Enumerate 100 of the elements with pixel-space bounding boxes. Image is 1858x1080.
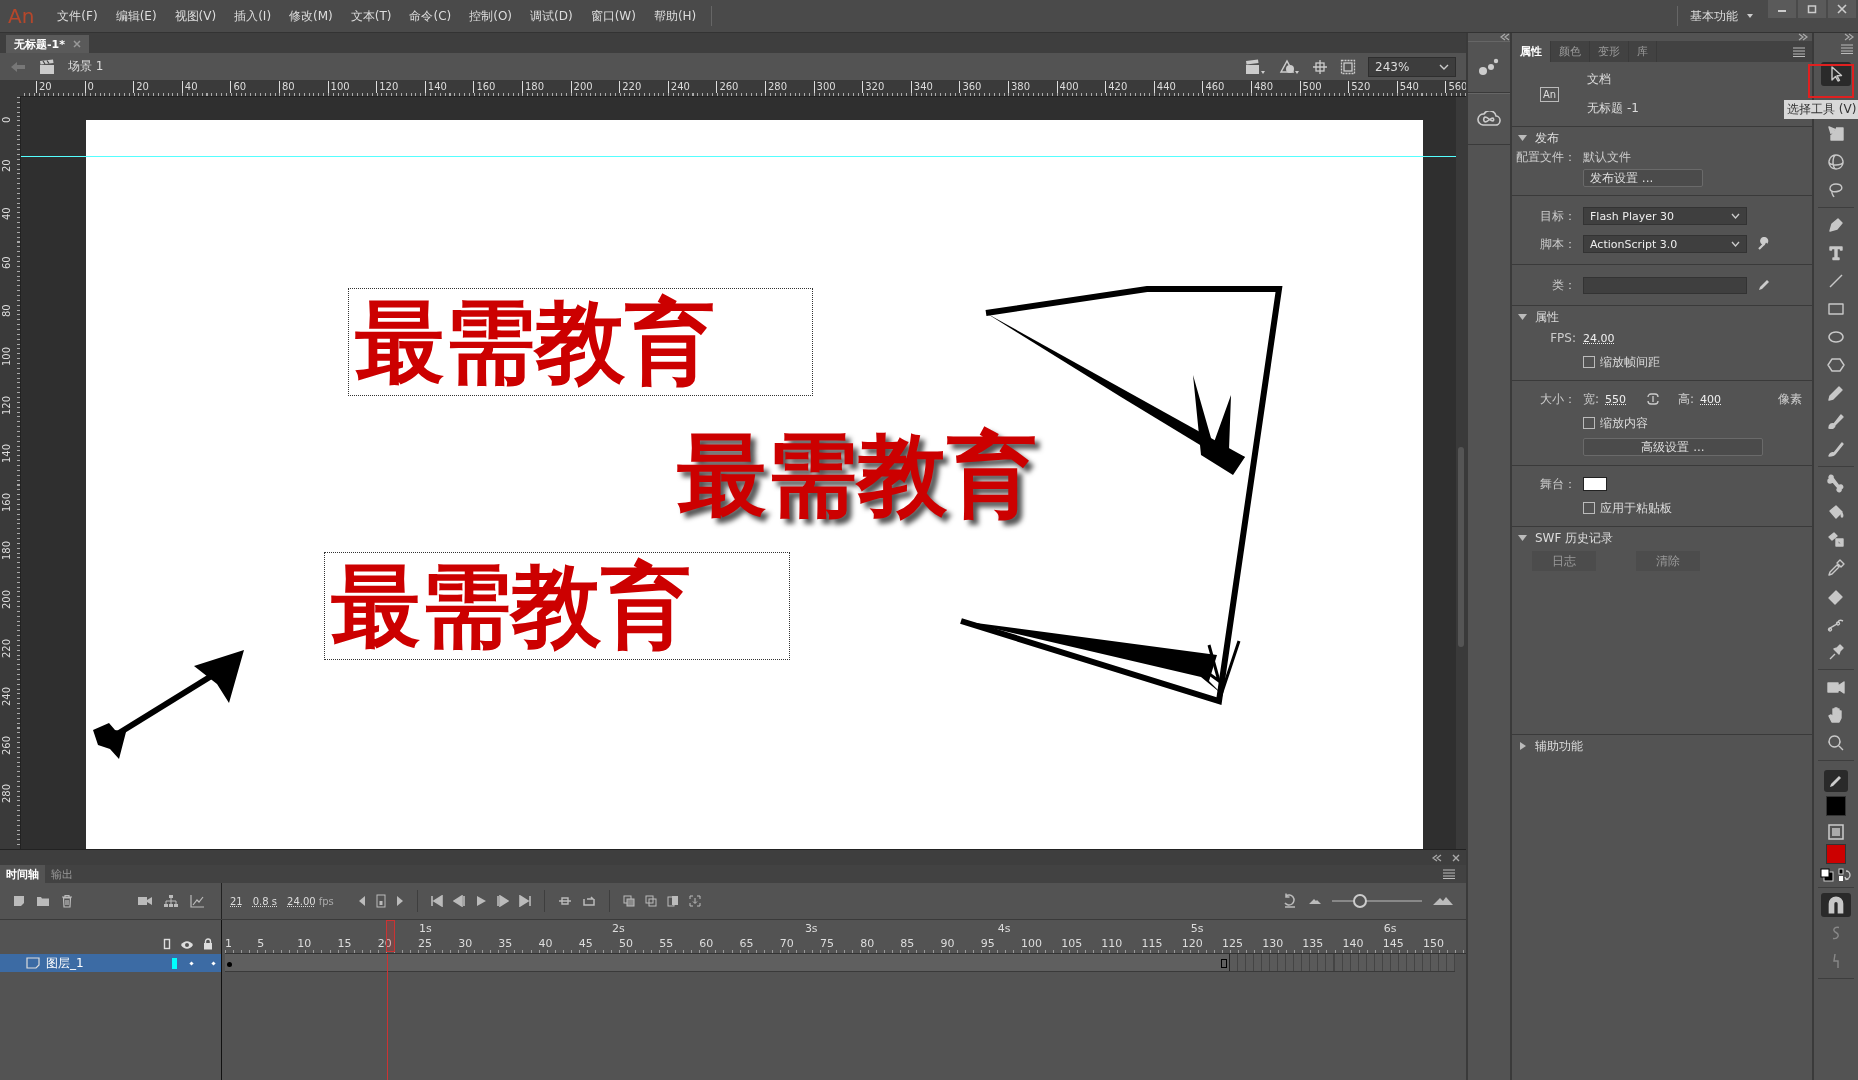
lock-icon[interactable] [203, 938, 213, 950]
minimize-button[interactable] [1768, 0, 1796, 18]
camera-icon[interactable] [137, 894, 153, 908]
publish-settings-button[interactable]: 发布设置 ... [1583, 169, 1703, 187]
panel-tab[interactable]: 时间轴 [0, 865, 45, 883]
section-header[interactable]: 属性 [1512, 308, 1812, 326]
slider-thumb[interactable] [1353, 894, 1367, 908]
hierarchy-icon[interactable] [163, 894, 179, 908]
expand-icon[interactable] [1798, 33, 1808, 41]
menu-item[interactable]: 帮助(H) [644, 7, 706, 25]
current-frame[interactable]: 21 [230, 895, 243, 907]
trash-icon[interactable] [60, 894, 74, 908]
edit-frames-icon[interactable] [666, 895, 679, 907]
layer-name[interactable]: 图层_1 [46, 954, 84, 972]
cloud-icon[interactable] [1477, 111, 1501, 127]
play-icon[interactable] [474, 895, 487, 907]
scrollbar-thumb[interactable] [1458, 447, 1464, 647]
markers-icon[interactable] [688, 895, 701, 907]
new-layer-icon[interactable] [12, 894, 26, 908]
onion-outline-icon[interactable] [644, 895, 657, 907]
workspace-dropdown[interactable]: 基本功能 [1684, 7, 1768, 25]
clip-icon[interactable] [1340, 58, 1356, 75]
tool-button[interactable] [1821, 893, 1851, 917]
height-value[interactable]: 400 [1700, 392, 1722, 406]
large-mountain-icon[interactable] [1432, 896, 1454, 906]
color-swatch[interactable] [1826, 796, 1846, 816]
shapes-icon[interactable] [1278, 57, 1300, 76]
collapse-icon[interactable] [1500, 33, 1510, 41]
section-header[interactable]: 辅助功能 [1512, 737, 1812, 755]
pencil-icon[interactable] [1824, 770, 1848, 792]
close-icon[interactable] [73, 40, 81, 48]
script-dropdown[interactable]: ActionScript 3.0 [1583, 235, 1747, 253]
first-frame-icon[interactable] [430, 895, 443, 907]
step-forward-icon[interactable] [496, 895, 509, 907]
graph-icon[interactable] [189, 894, 205, 908]
panel-tab[interactable]: 变形 [1590, 41, 1629, 62]
panel-tab[interactable]: 输出 [45, 865, 79, 883]
maximize-button[interactable] [1798, 0, 1826, 18]
elapsed-time[interactable]: 0.8 s [252, 895, 278, 907]
document-tab[interactable]: 无标题-1* [6, 35, 89, 53]
checkbox[interactable]: 缩放帧间距 [1583, 353, 1802, 371]
menu-item[interactable]: 文件(F) [48, 7, 107, 25]
menu-icon[interactable] [1442, 869, 1456, 879]
menu-item[interactable]: 文本(T) [341, 7, 401, 25]
shadow-text[interactable]: 最需教育 [671, 420, 1071, 530]
menu-item[interactable]: 调试(D) [521, 7, 582, 25]
wrench-icon[interactable] [1757, 237, 1771, 251]
close-icon[interactable] [1452, 853, 1460, 862]
section-header[interactable]: 发布 [1512, 129, 1812, 147]
layer-color[interactable] [172, 957, 177, 969]
panel-tab[interactable]: 属性 [1512, 41, 1551, 62]
menu-item[interactable]: 编辑(E) [106, 7, 166, 25]
folder-icon[interactable] [36, 894, 50, 908]
checkbox[interactable]: 应用于粘贴板 [1583, 499, 1802, 517]
step-back-icon[interactable] [452, 895, 465, 907]
color-swatch[interactable] [1826, 844, 1846, 864]
next-icon[interactable] [395, 895, 404, 907]
collapse-icon[interactable] [1432, 853, 1442, 862]
checkbox[interactable]: 缩放内容 [1583, 414, 1802, 432]
swap-colors-icon[interactable] [1838, 868, 1852, 882]
close-button[interactable] [1828, 0, 1856, 18]
text-box[interactable]: 最需教育 [348, 288, 813, 396]
keyframe-marker-icon[interactable] [375, 894, 386, 908]
crosshair-icon[interactable] [1312, 58, 1328, 75]
dots-icon[interactable] [1478, 58, 1500, 76]
panel-tab[interactable]: 颜色 [1551, 41, 1590, 62]
menu-icon[interactable] [1840, 44, 1854, 54]
loop-icon[interactable] [581, 895, 596, 907]
menu-item[interactable]: 插入(I) [225, 7, 281, 25]
pencil-icon[interactable] [1757, 278, 1771, 292]
insert-frame-icon[interactable] [557, 895, 572, 907]
layer-row[interactable]: 图层_1 [0, 954, 221, 972]
arrow-drawing[interactable] [93, 650, 244, 759]
frame-rate[interactable]: 24.00 [287, 895, 316, 907]
rotate-icon[interactable] [1282, 893, 1298, 909]
expand-icon[interactable] [1844, 33, 1854, 41]
onion-skin-icon[interactable] [622, 895, 635, 907]
menu-item[interactable]: 命令(C) [400, 7, 461, 25]
panel-tab[interactable]: 库 [1629, 41, 1657, 62]
fill-square-icon[interactable] [1828, 824, 1844, 840]
menu-item[interactable]: 视图(V) [165, 7, 226, 25]
tool-button[interactable] [1821, 62, 1851, 86]
default-colors-icon[interactable] [1820, 868, 1834, 882]
menu-item[interactable]: 控制(O) [460, 7, 522, 25]
scene-label[interactable]: 场景 1 [68, 58, 104, 75]
fps-value[interactable]: 24.00 [1583, 331, 1802, 345]
menu-icon[interactable] [1792, 46, 1806, 57]
last-frame-icon[interactable] [518, 895, 531, 907]
advanced-settings-button[interactable]: 高级设置 ... [1583, 438, 1763, 456]
clapperboard-icon[interactable] [1244, 57, 1266, 76]
outline-toggle-icon[interactable] [163, 938, 171, 950]
link-icon[interactable] [1646, 392, 1661, 406]
zoom-dropdown[interactable]: 243% [1368, 56, 1456, 77]
stage-color-swatch[interactable] [1583, 477, 1607, 491]
target-dropdown[interactable]: Flash Player 30 [1583, 207, 1747, 225]
menu-item[interactable]: 修改(M) [280, 7, 342, 25]
menu-item[interactable]: 窗口(W) [581, 7, 645, 25]
text-box[interactable]: 最需教育 [324, 552, 790, 660]
class-field[interactable] [1583, 276, 1747, 294]
small-mountain-icon[interactable] [1308, 897, 1322, 905]
